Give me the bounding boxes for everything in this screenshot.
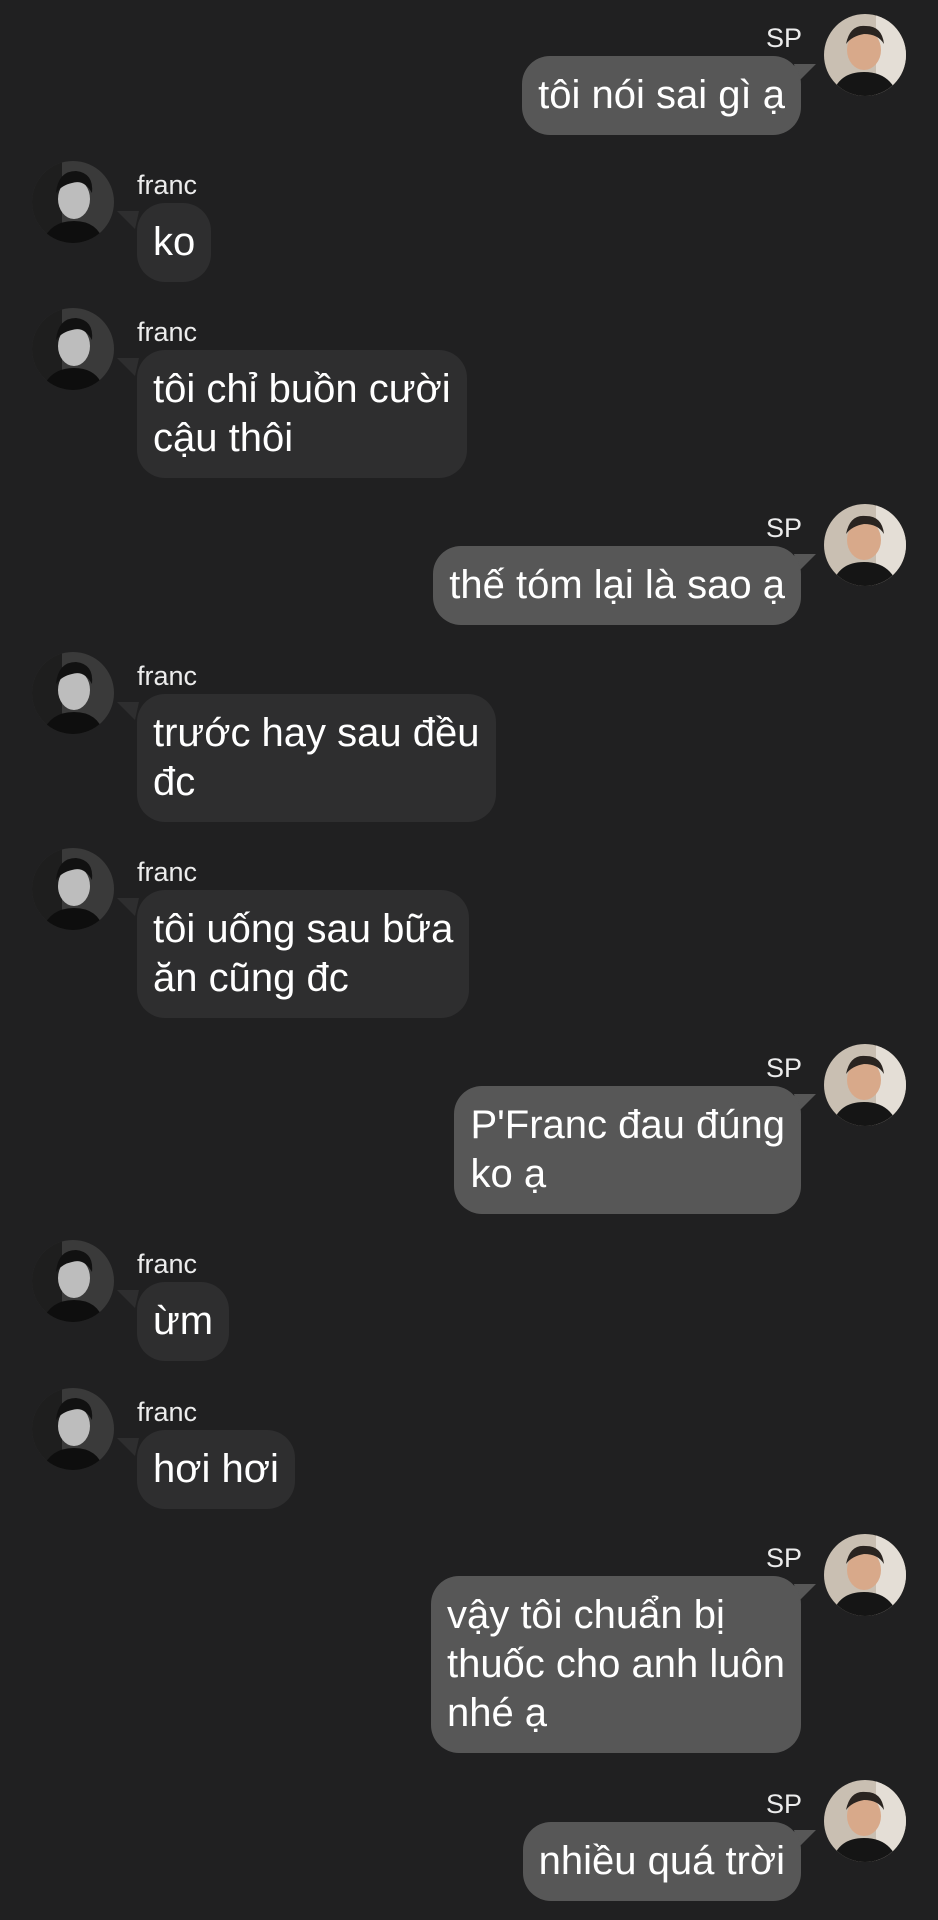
sp-avatar-icon[interactable] [824, 14, 906, 96]
message-bubble[interactable]: thế tóm lại là sao ạ [433, 546, 801, 625]
sp-avatar-icon[interactable] [824, 1044, 906, 1126]
sender-name: SP [765, 1053, 802, 1083]
message-bubble[interactable]: nhiều quá trời [522, 1822, 801, 1901]
sender-name: franc [137, 857, 198, 887]
bubble-tail-icon [117, 358, 139, 376]
message-bubble[interactable]: tôi uống sau bữa ăn cũng đc [137, 890, 470, 1018]
franc-avatar-icon[interactable] [32, 161, 114, 243]
franc-avatar-icon[interactable] [32, 848, 114, 930]
bubble-tail-icon [117, 1438, 139, 1456]
sender-name: franc [137, 1397, 198, 1427]
message-bubble[interactable]: vậy tôi chuẩn bị thuốc cho anh luôn nhé … [430, 1576, 801, 1753]
chat-thread: SP tôi nói sai gì ạ franc ko franc tôi c… [0, 0, 938, 1920]
message-bubble[interactable]: tôi nói sai gì ạ [522, 56, 801, 135]
franc-avatar-icon[interactable] [32, 652, 114, 734]
sender-name: franc [137, 170, 198, 200]
message-bubble[interactable]: hơi hơi [137, 1430, 295, 1509]
franc-avatar-icon[interactable] [32, 1240, 114, 1322]
bubble-tail-icon [117, 211, 139, 229]
sender-name: SP [765, 1789, 802, 1819]
sp-avatar-icon[interactable] [824, 1534, 906, 1616]
sp-avatar-icon[interactable] [824, 1780, 906, 1862]
sender-name: franc [137, 1249, 198, 1279]
message-bubble[interactable]: P'Franc đau đúng ko ạ [454, 1086, 801, 1214]
bubble-tail-icon [117, 702, 139, 720]
message-bubble[interactable]: tôi chỉ buồn cười cậu thôi [137, 350, 467, 478]
franc-avatar-icon[interactable] [32, 308, 114, 390]
bubble-tail-icon [117, 898, 139, 916]
bubble-tail-icon [117, 1290, 139, 1308]
sender-name: franc [137, 661, 198, 691]
message-bubble[interactable]: ko [137, 203, 212, 282]
sender-name: franc [137, 317, 198, 347]
franc-avatar-icon[interactable] [32, 1388, 114, 1470]
message-bubble[interactable]: trước hay sau đều đc [137, 694, 496, 822]
sender-name: SP [765, 513, 802, 543]
message-bubble[interactable]: ừm [137, 1282, 230, 1361]
sender-name: SP [765, 1543, 802, 1573]
sp-avatar-icon[interactable] [824, 504, 906, 586]
sender-name: SP [765, 23, 802, 53]
